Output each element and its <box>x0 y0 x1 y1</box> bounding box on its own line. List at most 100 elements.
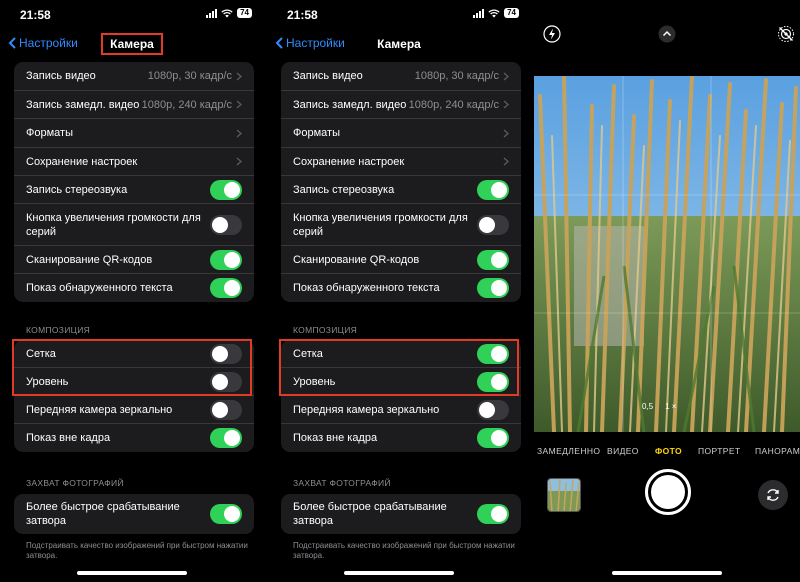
show-text-toggle[interactable] <box>477 278 509 298</box>
camera-flip-icon <box>767 489 779 501</box>
wifi-icon <box>488 8 500 17</box>
qr-scan-row: Сканирование QR-кодов <box>14 246 254 274</box>
chevron-up-icon[interactable] <box>658 25 676 43</box>
zoom-controls: 0,5 1 × <box>642 402 676 411</box>
grid-toggle[interactable] <box>477 343 509 364</box>
navigation-bar: Настройки Камера <box>267 32 531 56</box>
last-photo-thumbnail[interactable] <box>547 478 581 512</box>
preserve-settings-row[interactable]: Сохранение настроек <box>14 148 254 176</box>
faster-shutter-row: Более быстрое срабатывание затвора <box>281 494 521 534</box>
level-row: Уровень <box>14 368 254 396</box>
zoom-option-0-5[interactable]: 0,5 <box>642 402 653 411</box>
show-text-row: Показ обнаруженного текста <box>281 274 521 302</box>
navigation-bar: Настройки Камера <box>0 32 264 56</box>
show-text-toggle[interactable] <box>210 278 242 298</box>
grid-row: Сетка <box>14 340 254 368</box>
capture-header: ЗАХВАТ ФОТОГРАФИЙ <box>293 478 391 488</box>
composition-group: Сетка Уровень Передняя камера зеркально … <box>14 340 254 452</box>
settings-screen-after: 21:58 74 Настройки Камера Запись видео 10… <box>267 0 531 582</box>
mirror-front-row: Передняя камера зеркально <box>14 396 254 424</box>
slomo-record-value: 1080p, 240 кадр/с <box>408 98 499 111</box>
settings-screen-before: 21:58 74 Настройки Камера Запись видео 10… <box>0 0 264 582</box>
shutter-button[interactable] <box>645 469 691 515</box>
chevron-right-icon <box>236 128 242 138</box>
capture-group: Более быстрое срабатывание затвора <box>281 494 521 534</box>
qr-scan-toggle[interactable] <box>477 249 509 270</box>
camera-mode-selector: ЗАМЕДЛЕННО ВИДЕО ФОТО ПОРТРЕТ ПАНОРАМА <box>534 446 800 460</box>
video-record-value: 1080p, 30 кадр/с <box>414 70 499 82</box>
footnote: Подстраивать качество изображений при бы… <box>26 541 248 560</box>
volume-burst-toggle[interactable] <box>477 214 509 235</box>
switch-camera-button[interactable] <box>758 480 788 510</box>
mirror-front-row: Передняя камера зеркально <box>281 396 521 424</box>
faster-shutter-row: Более быстрое срабатывание затвора <box>14 494 254 534</box>
slomo-record-value: 1080p, 240 кадр/с <box>141 98 232 111</box>
home-indicator[interactable] <box>344 571 454 575</box>
camera-screen: 0,5 1 × ЗАМЕДЛЕННО ВИДЕО ФОТО ПОРТРЕТ ПА… <box>534 0 800 582</box>
mirror-front-toggle[interactable] <box>477 399 509 420</box>
qr-scan-toggle[interactable] <box>210 249 242 270</box>
live-photo-off-icon[interactable] <box>777 25 795 43</box>
composition-group: Сетка Уровень Передняя камера зеркально … <box>281 340 521 452</box>
page-title: Камера <box>377 37 421 51</box>
footnote: Подстраивать качество изображений при бы… <box>293 541 515 560</box>
level-toggle[interactable] <box>477 371 509 392</box>
chevron-right-icon <box>236 71 242 81</box>
stereo-row: Запись стереозвука <box>14 176 254 204</box>
status-bar: 21:58 74 <box>267 0 531 28</box>
mode-panorama[interactable]: ПАНОРАМА <box>755 446 800 456</box>
home-indicator[interactable] <box>612 571 722 575</box>
mirror-front-toggle[interactable] <box>210 399 242 420</box>
camera-viewfinder[interactable] <box>534 76 800 432</box>
faster-shutter-toggle[interactable] <box>477 504 509 524</box>
status-time: 21:58 <box>287 8 318 22</box>
view-outside-row: Показ вне кадра <box>281 424 521 452</box>
view-outside-toggle[interactable] <box>477 428 509 448</box>
volume-burst-row: Кнопка увеличения громкости для серий <box>281 204 521 246</box>
level-toggle[interactable] <box>210 371 242 392</box>
qr-scan-row: Сканирование QR-кодов <box>281 246 521 274</box>
video-record-row[interactable]: Запись видео 1080p, 30 кадр/с <box>281 62 521 91</box>
flash-icon[interactable] <box>543 25 561 43</box>
composition-header: КОМПОЗИЦИЯ <box>26 325 91 335</box>
chevron-right-icon <box>503 157 509 166</box>
battery-icon: 74 <box>237 8 252 18</box>
show-text-row: Показ обнаруженного текста <box>14 274 254 302</box>
status-bar: 21:58 74 <box>0 0 264 28</box>
faster-shutter-toggle[interactable] <box>210 504 242 524</box>
home-indicator[interactable] <box>77 571 187 575</box>
volume-burst-row: Кнопка увеличения громкости для серий <box>14 204 254 246</box>
mode-photo[interactable]: ФОТО <box>655 446 682 456</box>
camera-settings-group: Запись видео 1080p, 30 кадр/с Запись заме… <box>281 62 521 302</box>
wifi-icon <box>221 8 233 17</box>
mode-video[interactable]: ВИДЕО <box>607 446 639 456</box>
chevron-right-icon <box>503 128 509 138</box>
video-record-value: 1080p, 30 кадр/с <box>147 70 232 82</box>
stereo-toggle[interactable] <box>477 179 509 200</box>
thumbnail-image <box>548 479 580 511</box>
formats-row[interactable]: Форматы <box>281 119 521 148</box>
chevron-right-icon <box>503 71 509 81</box>
zoom-option-1x[interactable]: 1 × <box>665 402 676 411</box>
cellular-signal-icon <box>473 8 485 18</box>
formats-row[interactable]: Форматы <box>14 119 254 148</box>
volume-burst-toggle[interactable] <box>210 214 242 235</box>
grid-toggle[interactable] <box>210 343 242 364</box>
mode-portrait[interactable]: ПОРТРЕТ <box>698 446 741 456</box>
view-outside-toggle[interactable] <box>210 428 242 448</box>
grid-row: Сетка <box>281 340 521 368</box>
camera-top-bar <box>534 0 800 76</box>
slomo-record-row[interactable]: Запись замедл. видео 1080p, 240 кадр/с <box>281 91 521 119</box>
video-record-row[interactable]: Запись видео 1080p, 30 кадр/с <box>14 62 254 91</box>
mode-slomo[interactable]: ЗАМЕДЛЕННО <box>537 446 600 456</box>
stereo-row: Запись стереозвука <box>281 176 521 204</box>
slomo-record-row[interactable]: Запись замедл. видео 1080p, 240 кадр/с <box>14 91 254 119</box>
capture-header: ЗАХВАТ ФОТОГРАФИЙ <box>26 478 124 488</box>
cellular-signal-icon <box>206 8 218 18</box>
page-title: Камера <box>101 33 163 55</box>
viewfinder-image <box>534 76 800 432</box>
chevron-right-icon <box>503 100 509 109</box>
stereo-toggle[interactable] <box>210 179 242 200</box>
preserve-settings-row[interactable]: Сохранение настроек <box>281 148 521 176</box>
status-time: 21:58 <box>20 8 51 22</box>
